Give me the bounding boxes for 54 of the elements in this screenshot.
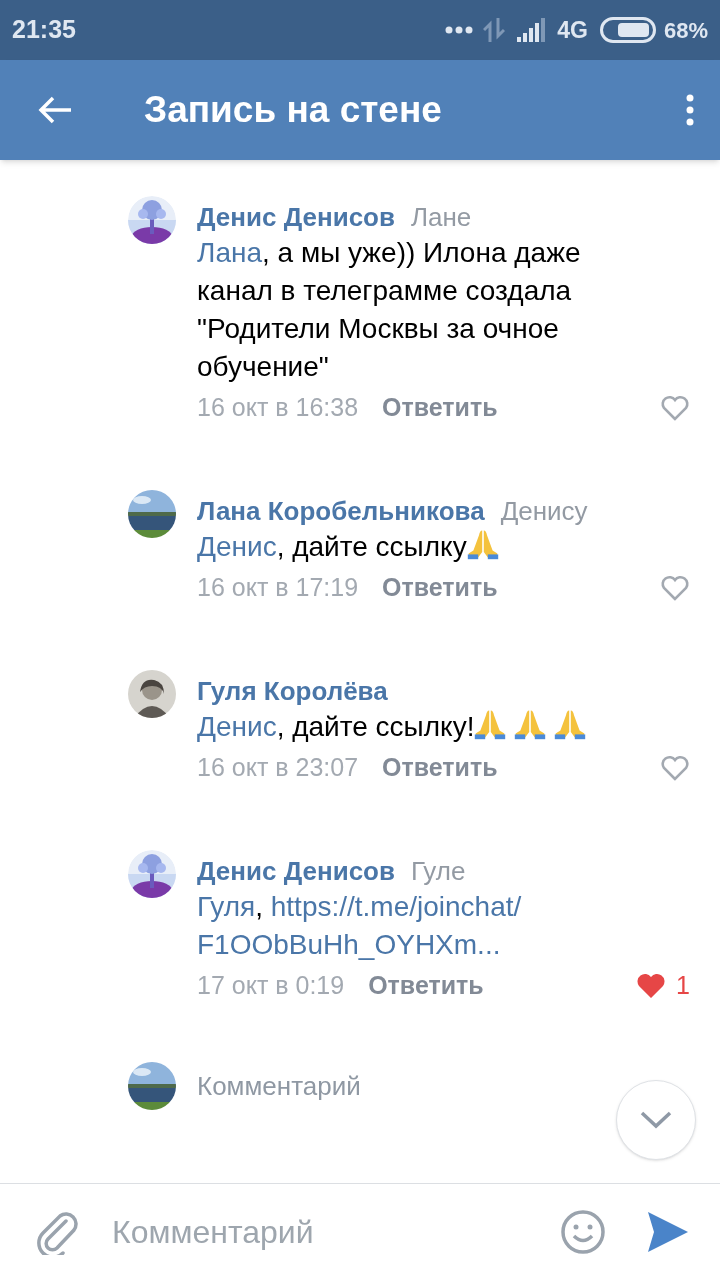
praying-hands-icon [466,528,499,560]
chevron-down-icon [640,1111,672,1129]
praying-hands-icon [474,708,507,740]
reply-to-label: Гуле [411,855,466,888]
mention-link[interactable]: Денис [197,711,277,742]
author-name[interactable]: Гуля Королёва [197,674,388,708]
comment-text: Денис, дайте ссылку [197,528,617,566]
timestamp: 16 окт в 23:07 [197,752,359,784]
battery-label: 68% [663,16,708,45]
url-link[interactable]: https://t.me/joinchat/ [270,891,522,922]
timestamp: 17 окт в 0:19 [197,970,345,1002]
page-title: Запись на стене [144,88,443,133]
like-button[interactable] [660,395,690,421]
like-button[interactable] [660,575,690,601]
author-name[interactable]: Денис Денисов [197,854,395,888]
mention-link[interactable]: Лана [197,237,262,268]
comment-input[interactable]: Комментарий [112,1208,560,1256]
reply-to-label: Лане [411,201,472,234]
like-count: 1 [676,970,690,1002]
mention-link[interactable]: Денис [197,531,277,562]
data-arrows-icon [483,18,506,42]
heart-icon [636,973,667,999]
network-label: 4G [557,15,588,45]
heart-icon [660,575,690,601]
comment-prompt[interactable]: Комментарий [197,1066,361,1106]
praying-hands-icon [514,708,547,740]
like-button[interactable]: 1 [636,967,690,1005]
author-name[interactable]: Денис Денисов [197,200,395,234]
reply-button[interactable]: Ответить [382,569,498,607]
clock: 21:35 [12,14,76,46]
heart-icon [660,755,690,781]
heart-icon [660,395,690,421]
timestamp: 16 окт в 16:38 [197,392,359,424]
reply-button[interactable]: Ответить [368,967,484,1005]
mention-link[interactable]: Гуля [197,891,256,922]
url-link[interactable]: F1OObBuHh_OYHXm... [197,929,501,960]
paperclip-icon[interactable] [36,1209,78,1255]
back-arrow-icon [37,95,73,125]
timestamp: 16 окт в 17:19 [197,572,359,604]
signal-icon [517,18,548,42]
more-icon [445,25,474,35]
like-button[interactable] [660,755,690,781]
comment-text: Гуля, https://t.me/joinchat/ F1OObBuHh_OYHXm... [197,890,523,962]
battery-icon [599,17,656,43]
praying-hands-icon [554,708,587,740]
author-name[interactable]: Лана Коробельникова [197,494,485,528]
menu-icon [686,94,694,126]
send-icon[interactable] [646,1210,688,1254]
smiley-icon[interactable] [560,1209,606,1255]
reply-button[interactable]: Ответить [382,389,498,427]
comment-text: Лана, а мы уже)) Илона даже канал в телеграмме создала "Родители Москвы за очное обучение" [197,236,582,384]
reply-button[interactable]: Ответить [382,749,498,787]
comment-text: Денис, дайте ссылку! [197,708,617,746]
reply-to-label: Денису [500,495,588,528]
